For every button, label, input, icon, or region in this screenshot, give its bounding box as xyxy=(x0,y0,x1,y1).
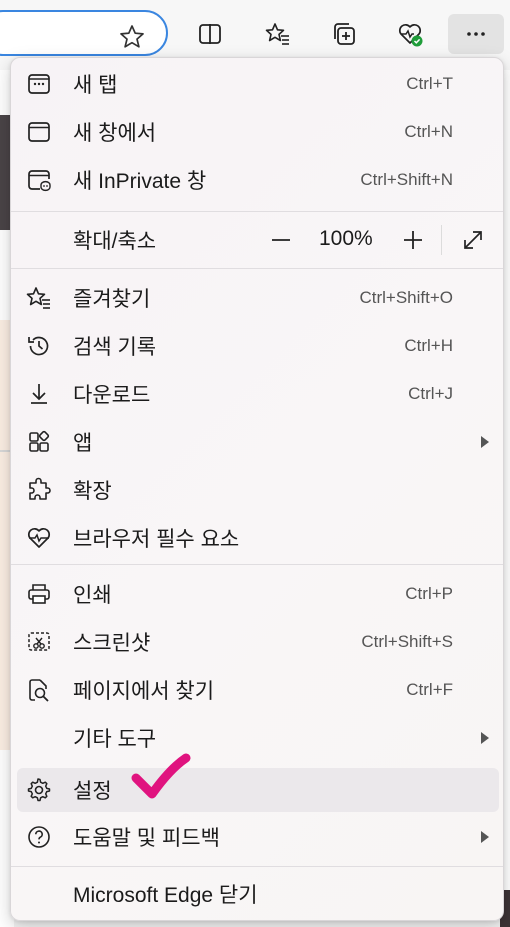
shortcut-label: Ctrl+J xyxy=(408,384,453,403)
more-options-icon[interactable] xyxy=(448,14,504,54)
new-tab-icon xyxy=(25,70,53,98)
menu-item-favorites[interactable]: 즐겨찾기 Ctrl+Shift+O xyxy=(17,275,499,321)
favorites-icon xyxy=(25,284,53,312)
shortcut-label: Ctrl+F xyxy=(406,680,453,699)
menu-item-close-edge[interactable]: Microsoft Edge 닫기 xyxy=(17,871,499,917)
add-favorite-star-icon[interactable] xyxy=(118,23,146,51)
zoom-in-button[interactable] xyxy=(395,222,431,258)
shortcut-label: Ctrl+Shift+N xyxy=(360,170,453,189)
inprivate-icon xyxy=(25,166,53,194)
menu-item-find-on-page[interactable]: 페이지에서 찾기 Ctrl+F xyxy=(17,667,499,713)
settings-and-more-menu: 새 탭 Ctrl+T 새 창에서 Ctrl+N 새 InPrivate 창 Ct… xyxy=(10,57,504,921)
download-icon xyxy=(25,380,53,408)
menu-item-label: Microsoft Edge 닫기 xyxy=(73,884,258,907)
menu-item-label: 페이지에서 찾기 xyxy=(73,680,215,703)
shortcut-label: Ctrl+T xyxy=(406,74,453,93)
menu-item-label: 설정 xyxy=(73,780,112,803)
submenu-arrow-icon xyxy=(481,732,489,744)
find-icon xyxy=(25,676,53,704)
browser-essentials-icon xyxy=(25,524,53,552)
shortcut-label: Ctrl+P xyxy=(405,584,453,603)
menu-item-settings[interactable]: 설정 xyxy=(17,768,499,812)
checkmark-annotation-icon xyxy=(131,753,191,799)
menu-item-label: 새 탭 xyxy=(73,74,118,97)
full-screen-icon[interactable] xyxy=(455,222,491,258)
menu-item-label: 검색 기록 xyxy=(73,336,157,359)
zoom-out-button[interactable] xyxy=(263,222,299,258)
menu-item-label: 다운로드 xyxy=(73,384,151,407)
menu-divider xyxy=(11,564,503,565)
menu-item-label: 인쇄 xyxy=(73,584,112,607)
menu-item-screenshot[interactable]: 스크린샷 Ctrl+Shift+S xyxy=(17,619,499,665)
menu-item-label: 기타 도구 xyxy=(73,728,157,751)
menu-item-label: 새 창에서 xyxy=(73,122,157,145)
shortcut-label: Ctrl+N xyxy=(404,122,453,141)
split-screen-icon[interactable] xyxy=(188,14,232,54)
menu-item-extensions[interactable]: 확장 xyxy=(17,467,499,513)
menu-divider xyxy=(11,268,503,269)
menu-item-label: 새 InPrivate 창 xyxy=(73,170,207,193)
menu-item-label: 즐겨찾기 xyxy=(73,288,151,311)
zoom-row: 확대/축소 100% xyxy=(17,215,499,265)
menu-item-new-window[interactable]: 새 창에서 Ctrl+N xyxy=(17,109,499,155)
submenu-arrow-icon xyxy=(481,831,489,843)
history-icon xyxy=(25,332,53,360)
shortcut-label: Ctrl+Shift+O xyxy=(359,288,453,307)
menu-item-print[interactable]: 인쇄 Ctrl+P xyxy=(17,571,499,617)
zoom-value: 100% xyxy=(319,227,373,250)
menu-divider xyxy=(11,866,503,867)
apps-icon xyxy=(25,428,53,456)
menu-item-apps[interactable]: 앱 xyxy=(17,419,499,465)
screenshot-icon xyxy=(25,628,53,656)
menu-item-more-tools[interactable]: 기타 도구 xyxy=(17,715,499,761)
menu-item-label: 앱 xyxy=(73,432,93,455)
menu-item-label: 도움말 및 피드백 xyxy=(73,827,220,850)
menu-item-history[interactable]: 검색 기록 Ctrl+H xyxy=(17,323,499,369)
menu-divider xyxy=(11,211,503,212)
favorites-icon[interactable] xyxy=(256,14,300,54)
zoom-label: 확대/축소 xyxy=(73,230,157,253)
menu-item-help-and-feedback[interactable]: 도움말 및 피드백 xyxy=(17,814,499,860)
menu-item-browser-essentials[interactable]: 브라우저 필수 요소 xyxy=(17,515,499,561)
menu-item-downloads[interactable]: 다운로드 Ctrl+J xyxy=(17,371,499,417)
menu-item-label: 스크린샷 xyxy=(73,632,151,655)
shortcut-label: Ctrl+H xyxy=(404,336,453,355)
settings-icon xyxy=(25,776,53,804)
menu-item-label: 확장 xyxy=(73,480,112,503)
collections-icon[interactable] xyxy=(322,14,366,54)
shortcut-label: Ctrl+Shift+S xyxy=(361,632,453,651)
submenu-arrow-icon xyxy=(481,436,489,448)
menu-item-new-tab[interactable]: 새 탭 Ctrl+T xyxy=(17,61,499,107)
extensions-icon xyxy=(25,476,53,504)
new-window-icon xyxy=(25,118,53,146)
menu-item-new-inprivate-window[interactable]: 새 InPrivate 창 Ctrl+Shift+N xyxy=(17,157,499,203)
help-icon xyxy=(25,823,53,851)
zoom-separator xyxy=(441,225,442,255)
menu-item-label: 브라우저 필수 요소 xyxy=(73,528,240,551)
browser-essentials-icon[interactable] xyxy=(388,14,432,54)
print-icon xyxy=(25,580,53,608)
